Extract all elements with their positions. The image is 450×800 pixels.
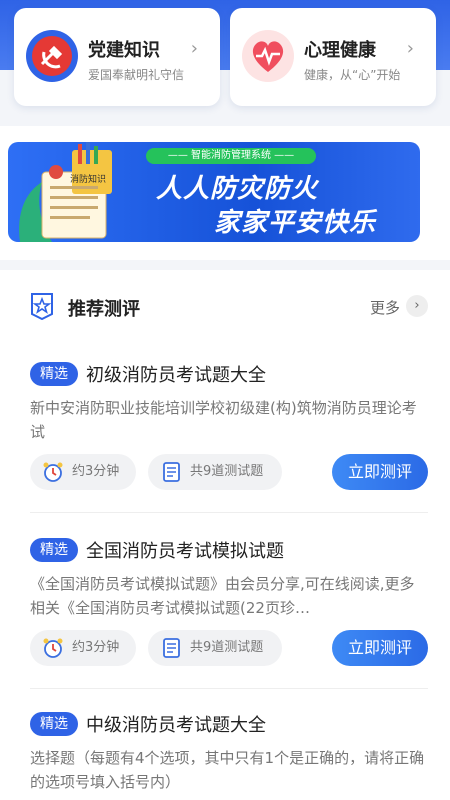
party-knowledge-card[interactable]: 党建知识 爱国奉献明礼守信 › [14, 8, 220, 106]
alarm-clock-icon [43, 638, 63, 658]
duration-pill: 约3分钟 [30, 630, 136, 666]
card-title: 心理健康 [304, 40, 376, 61]
banner-headline-2: 家家平安快乐 [214, 208, 377, 238]
heart-pulse-icon [242, 30, 294, 82]
banner-headline-1: 人人防灾防火 [156, 174, 319, 204]
assessment-title: 全国消防员考试模拟试题 [86, 541, 284, 562]
assessment-description: 选择题（每题有4个选项，其中只有1个是正确的，请将正确的选项号填入括号内） [30, 749, 425, 791]
duration-text: 约3分钟 [72, 464, 120, 479]
question-count-text: 共9道测试题 [190, 464, 264, 479]
chevron-right-icon[interactable]: › [406, 295, 428, 317]
assessment-item[interactable]: 精选 初级消防员考试题大全 新中安消防职业技能培训学校初级建(构)筑物消防员理论… [30, 362, 428, 492]
question-count-pill: 共9道测试题 [148, 630, 282, 666]
card-title: 党建知识 [88, 40, 160, 61]
question-count-pill: 共9道测试题 [148, 454, 282, 490]
chevron-right-icon: › [406, 38, 414, 59]
banner-section: 消防知识 —— 智能消防管理系统 —— 人人防灾防火 家家平安快乐 [0, 126, 450, 260]
quick-entry-cards: 党建知识 爱国奉献明礼守信 › 心理健康 健康，从“心”开始 › [14, 8, 436, 106]
section-title: 推荐测评 [68, 299, 140, 320]
system-name-chip: —— 智能消防管理系统 —— [146, 148, 316, 164]
document-list-icon [163, 638, 180, 658]
card-subtitle: 爱国奉献明礼守信 [88, 68, 185, 82]
assessment-item[interactable]: 精选 中级消防员考试题大全 选择题（每题有4个选项，其中只有1个是正确的，请将正… [30, 712, 428, 798]
featured-tag: 精选 [30, 362, 78, 386]
featured-tag: 精选 [30, 712, 78, 736]
start-assessment-button[interactable]: 立即测评 [332, 454, 428, 490]
assessment-description: 《全国消防员考试模拟试题》由会员分享,可在线阅读,更多相关《全国消防员考试模拟试… [30, 575, 415, 617]
assessment-description: 新中安消防职业技能培训学校初级建(构)筑物消防员理论考试 [30, 399, 417, 441]
start-assessment-button[interactable]: 立即测评 [332, 630, 428, 666]
question-count-text: 共9道测试题 [190, 640, 264, 655]
duration-pill: 约3分钟 [30, 454, 136, 490]
duration-text: 约3分钟 [72, 640, 120, 655]
mental-health-card[interactable]: 心理健康 健康，从“心”开始 › [230, 8, 436, 106]
card-subtitle: 健康，从“心”开始 [304, 68, 401, 82]
star-badge-icon [31, 293, 53, 320]
featured-tag: 精选 [30, 538, 78, 562]
fire-safety-banner[interactable]: 消防知识 —— 智能消防管理系统 —— 人人防灾防火 家家平安快乐 [8, 142, 420, 242]
party-emblem-icon [26, 30, 78, 82]
item-divider [30, 688, 428, 689]
assessment-title: 中级消防员考试题大全 [86, 715, 266, 736]
fire-knowledge-illustration: 消防知识 [19, 142, 112, 242]
more-link[interactable]: 更多 [370, 297, 400, 318]
document-list-icon [163, 462, 180, 482]
assessment-item[interactable]: 精选 全国消防员考试模拟试题 《全国消防员考试模拟试题》由会员分享,可在线阅读,… [30, 538, 428, 668]
assessment-title: 初级消防员考试题大全 [86, 365, 266, 386]
alarm-clock-icon [43, 462, 63, 482]
art-label: 消防知识 [70, 173, 106, 185]
section-header: 推荐测评 更多 › [30, 292, 428, 322]
chevron-right-icon: › [190, 38, 198, 59]
item-divider [30, 512, 428, 513]
recommended-assessments: 推荐测评 更多 › 精选 初级消防员考试题大全 新中安消防职业技能培训学校初级建… [0, 270, 450, 800]
